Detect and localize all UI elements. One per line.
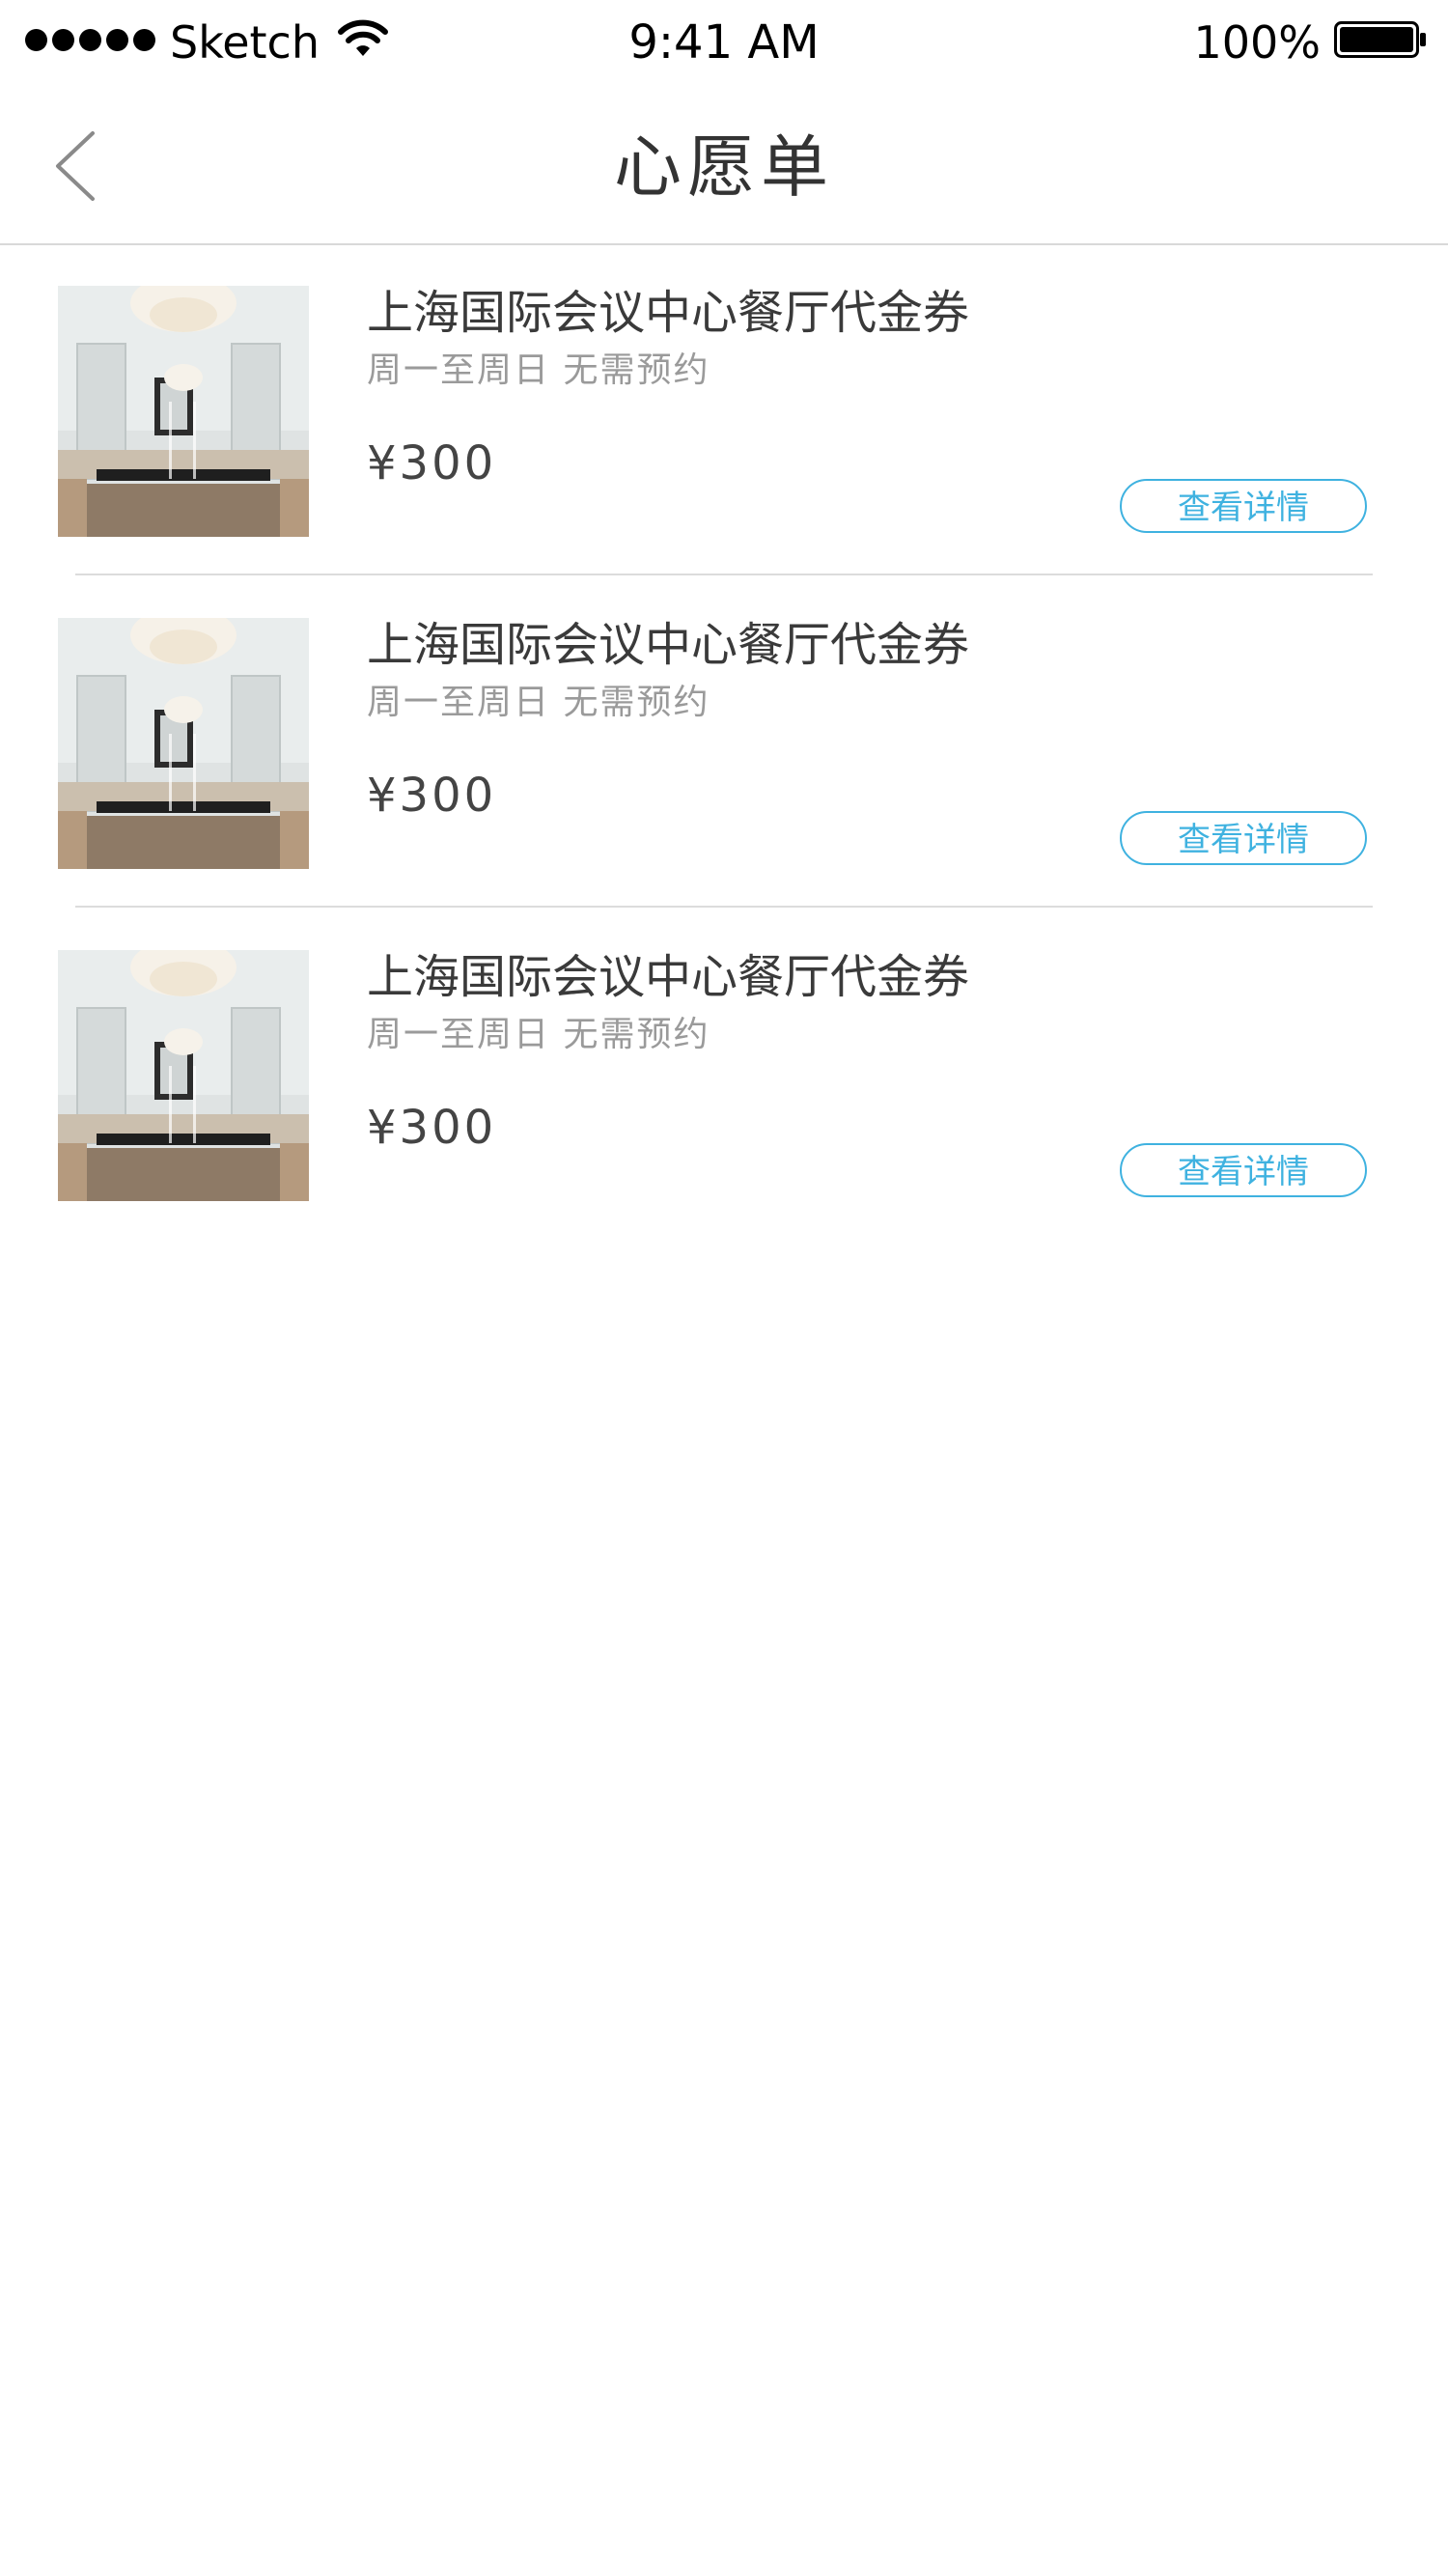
item-subtitle: 周一至周日 无需预约 [367,350,710,390]
item-subtitle: 周一至周日 无需预约 [367,683,710,722]
view-details-button[interactable]: 查看详情 [1120,479,1367,533]
page-title: 心愿单 [614,127,834,207]
item-price: ¥300 [367,1101,497,1155]
item-subtitle: 周一至周日 无需预约 [367,1015,710,1054]
view-details-button[interactable]: 查看详情 [1120,811,1367,865]
item-price: ¥300 [367,436,497,490]
restaurant-thumbnail [58,618,309,869]
view-details-button[interactable]: 查看详情 [1120,1143,1367,1197]
battery-icon [1334,21,1426,58]
battery-percentage: 100% [1193,16,1321,69]
item-title: 上海国际会议中心餐厅代金券 [367,286,970,340]
list-item: 上海国际会议中心餐厅代金券 周一至周日 无需预约 ¥300 查看详情 [0,908,1448,1240]
restaurant-thumbnail [58,950,309,1201]
navigation-bar: 心愿单 [0,85,1448,245]
list-item: 上海国际会议中心餐厅代金券 周一至周日 无需预约 ¥300 查看详情 [0,243,1448,575]
status-bar: Sketch 9:41 AM 100% [0,0,1448,85]
list-item: 上海国际会议中心餐厅代金券 周一至周日 无需预约 ¥300 查看详情 [0,575,1448,908]
restaurant-thumbnail [58,286,309,537]
item-title: 上海国际会议中心餐厅代金券 [367,950,970,1004]
item-title: 上海国际会议中心餐厅代金券 [367,618,970,672]
wishlist: 上海国际会议中心餐厅代金券 周一至周日 无需预约 ¥300 查看详情 上海国际会… [0,243,1448,1240]
item-price: ¥300 [367,769,497,823]
